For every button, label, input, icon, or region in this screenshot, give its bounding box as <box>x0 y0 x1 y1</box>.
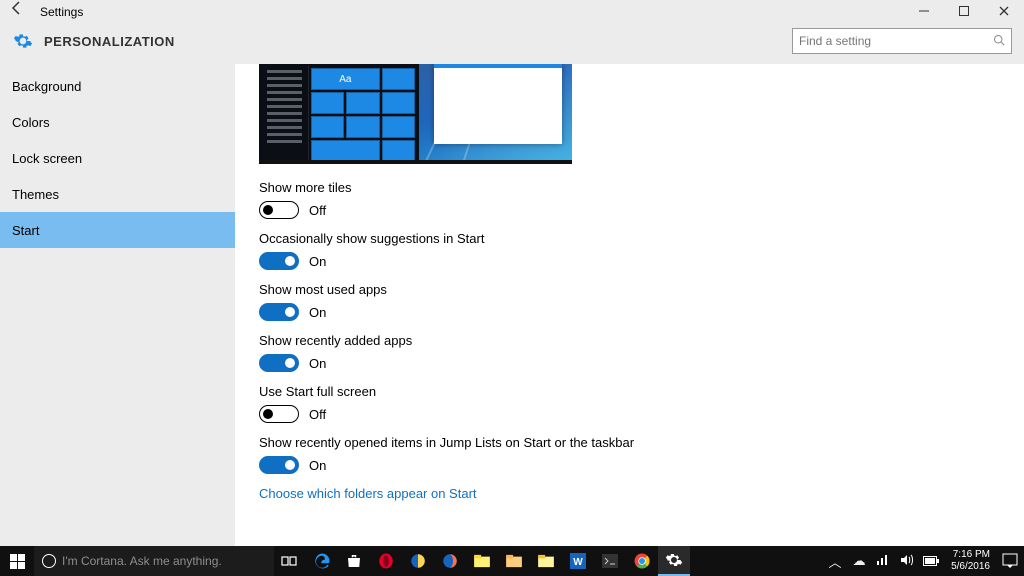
page-title: PERSONALIZATION <box>44 34 175 49</box>
sidebar-item-background[interactable]: Background <box>0 68 235 104</box>
taskbar-edge-icon[interactable] <box>306 546 338 576</box>
settings-search[interactable] <box>792 28 1012 54</box>
action-center-button[interactable] <box>996 546 1024 576</box>
search-icon <box>987 34 1011 49</box>
window-title: Settings <box>40 5 83 19</box>
cortana-circle-icon <box>42 554 56 568</box>
setting-toggle[interactable] <box>259 354 299 372</box>
os-taskbar: I'm Cortana. Ask me anything. W ︿ ☁ 7:16… <box>0 546 1024 576</box>
setting-0: Show more tiles Off <box>259 180 1024 219</box>
taskbar-app-icon[interactable] <box>402 546 434 576</box>
taskbar-opera-icon[interactable] <box>370 546 402 576</box>
page-header: PERSONALIZATION <box>0 24 1024 64</box>
setting-state: On <box>309 458 326 473</box>
sidebar-item-label: Start <box>12 223 39 238</box>
title-bar: Settings <box>0 0 1024 24</box>
setting-label: Show most used apps <box>259 282 1024 297</box>
taskbar-word-icon[interactable]: W <box>562 546 594 576</box>
sidebar-item-start[interactable]: Start <box>0 212 235 248</box>
taskbar-settings-icon[interactable] <box>658 546 690 576</box>
sidebar-item-themes[interactable]: Themes <box>0 176 235 212</box>
setting-label: Show recently opened items in Jump Lists… <box>259 435 1024 450</box>
tray-network-icon[interactable] <box>875 554 891 569</box>
setting-label: Show more tiles <box>259 180 1024 195</box>
tray-battery-icon[interactable] <box>923 554 939 569</box>
taskbar-terminal-icon[interactable] <box>594 546 626 576</box>
tray-volume-icon[interactable] <box>899 554 915 569</box>
tray-onedrive-icon[interactable]: ☁ <box>851 553 867 569</box>
setting-toggle[interactable] <box>259 405 299 423</box>
start-preview: Aa <box>259 64 572 164</box>
setting-2: Show most used apps On <box>259 282 1024 321</box>
clock-date: 5/6/2016 <box>951 561 990 573</box>
taskbar-clock[interactable]: 7:16 PM 5/6/2016 <box>945 549 996 573</box>
setting-state: Off <box>309 203 326 218</box>
taskbar-firefox-icon[interactable] <box>434 546 466 576</box>
sidebar-item-label: Lock screen <box>12 151 82 166</box>
setting-toggle[interactable] <box>259 201 299 219</box>
taskbar-explorer-icon[interactable] <box>530 546 562 576</box>
windows-logo-icon <box>10 554 25 569</box>
system-tray[interactable]: ︿ ☁ <box>821 552 945 571</box>
sidebar: Background Colors Lock screen Themes Sta… <box>0 64 235 546</box>
maximize-button[interactable] <box>944 0 984 24</box>
choose-folders-link[interactable]: Choose which folders appear on Start <box>259 486 1024 501</box>
cortana-placeholder: I'm Cortana. Ask me anything. <box>62 554 222 568</box>
setting-state: On <box>309 254 326 269</box>
setting-state: On <box>309 356 326 371</box>
tray-chevron-up-icon[interactable]: ︿ <box>827 552 843 571</box>
setting-toggle[interactable] <box>259 252 299 270</box>
setting-state: On <box>309 305 326 320</box>
taskbar-folder-icon[interactable] <box>466 546 498 576</box>
taskbar-store-icon[interactable] <box>338 546 370 576</box>
content-area: Aa Show more tiles Off Occasionally show s… <box>235 64 1024 546</box>
close-button[interactable] <box>984 0 1024 24</box>
setting-5: Show recently opened items in Jump Lists… <box>259 435 1024 474</box>
sidebar-item-label: Colors <box>12 115 50 130</box>
cortana-search[interactable]: I'm Cortana. Ask me anything. <box>34 546 274 576</box>
taskbar-folder2-icon[interactable] <box>498 546 530 576</box>
setting-toggle[interactable] <box>259 303 299 321</box>
clock-time: 7:16 PM <box>951 549 990 561</box>
sidebar-item-colors[interactable]: Colors <box>0 104 235 140</box>
setting-state: Off <box>309 407 326 422</box>
svg-text:W: W <box>573 557 583 568</box>
sidebar-item-label: Background <box>12 79 81 94</box>
setting-4: Use Start full screen Off <box>259 384 1024 423</box>
setting-1: Occasionally show suggestions in Start On <box>259 231 1024 270</box>
sidebar-item-label: Themes <box>12 187 59 202</box>
preview-tile-aa: Aa <box>311 68 380 90</box>
start-button[interactable] <box>0 546 34 576</box>
setting-label: Show recently added apps <box>259 333 1024 348</box>
setting-3: Show recently added apps On <box>259 333 1024 372</box>
sidebar-item-lock-screen[interactable]: Lock screen <box>0 140 235 176</box>
taskbar-chrome-icon[interactable] <box>626 546 658 576</box>
settings-search-input[interactable] <box>793 34 987 48</box>
task-view-button[interactable] <box>274 546 306 576</box>
back-button[interactable] <box>0 0 34 24</box>
setting-label: Occasionally show suggestions in Start <box>259 231 1024 246</box>
gear-icon <box>12 30 34 52</box>
minimize-button[interactable] <box>904 0 944 24</box>
setting-label: Use Start full screen <box>259 384 1024 399</box>
setting-toggle[interactable] <box>259 456 299 474</box>
